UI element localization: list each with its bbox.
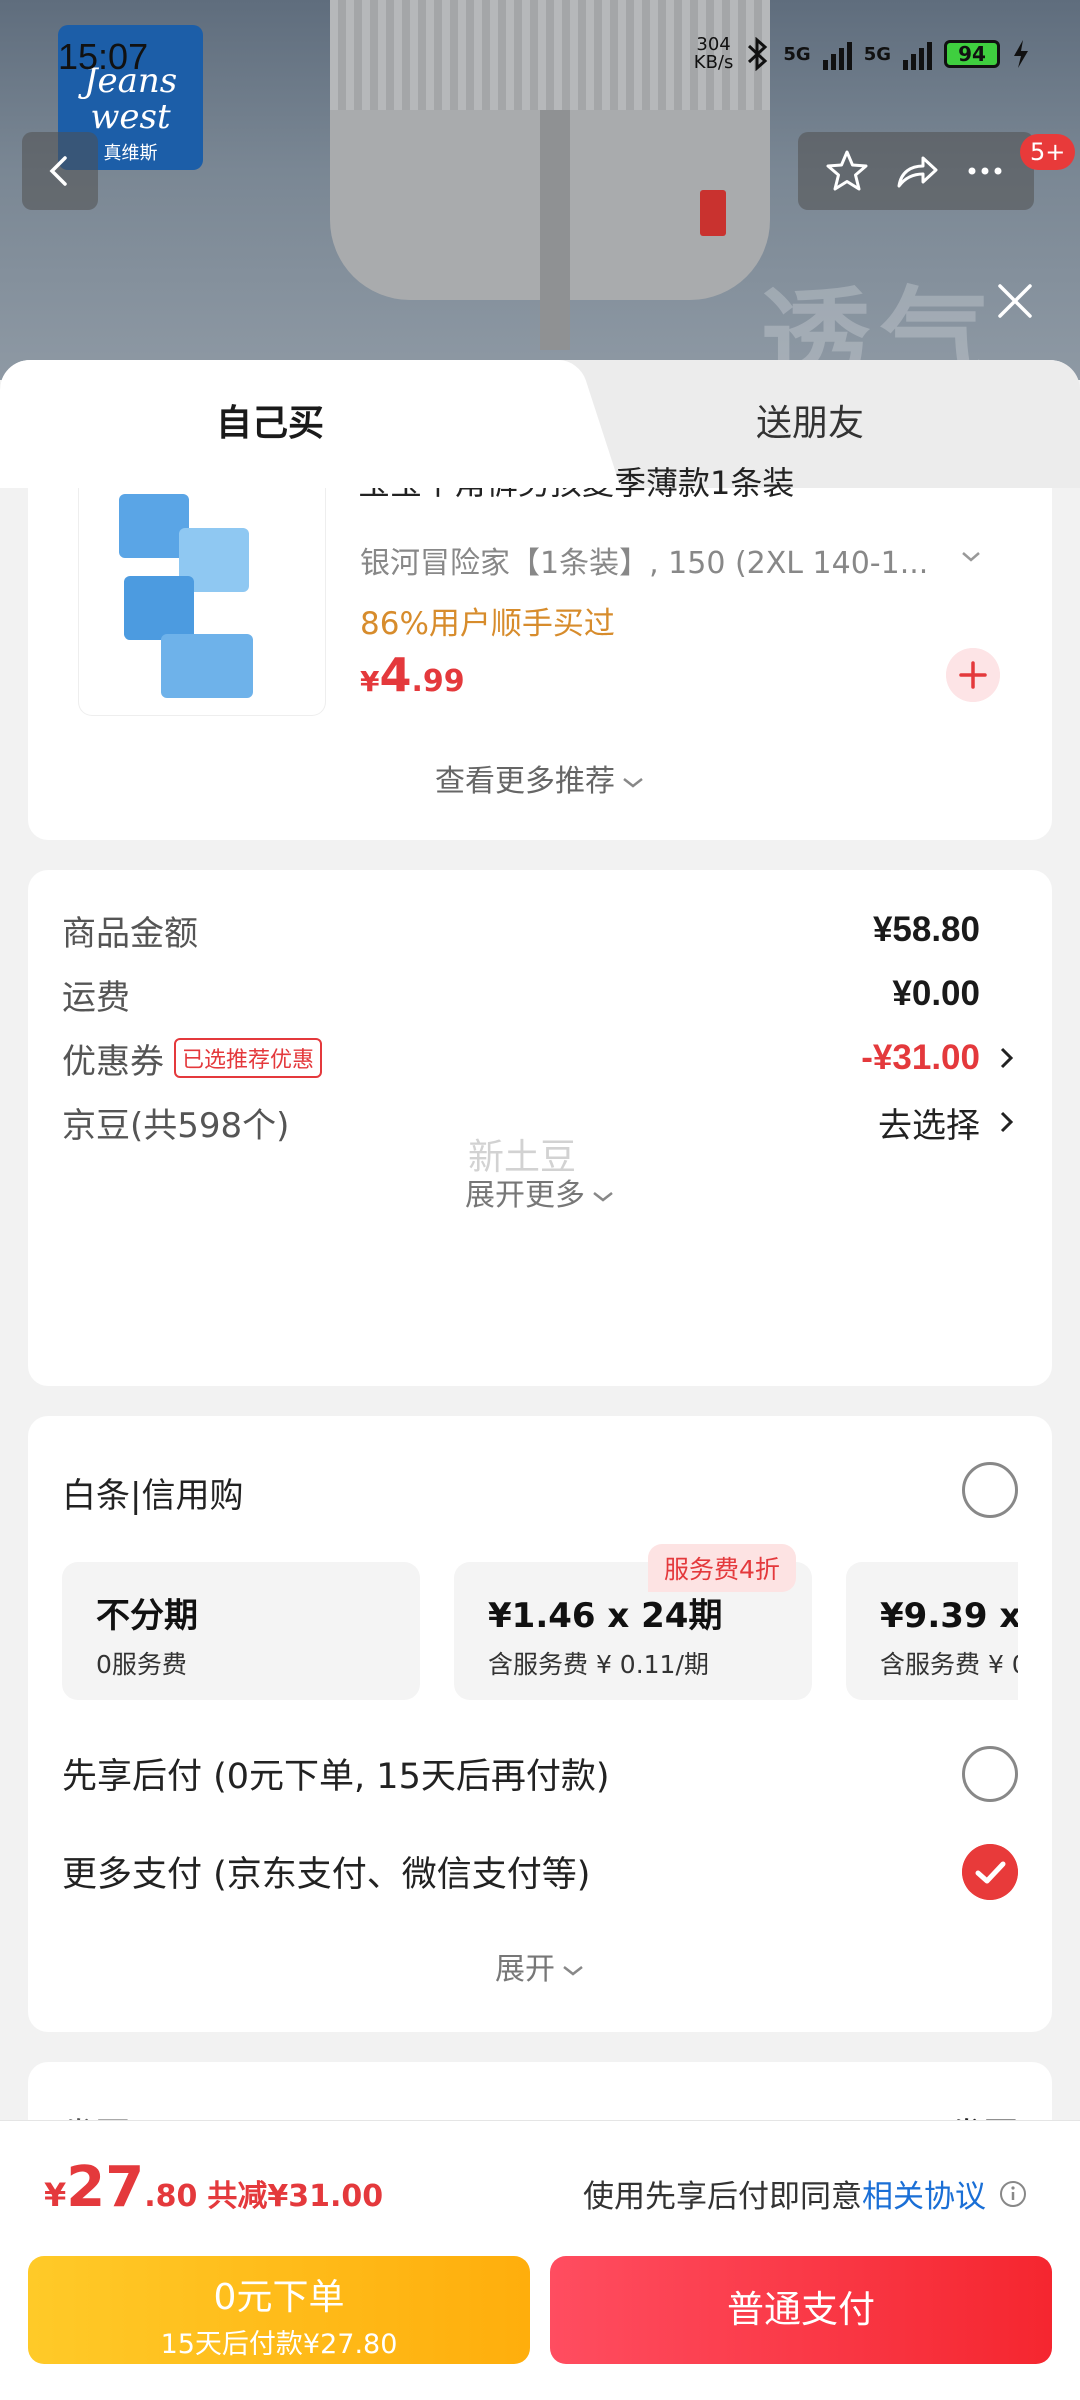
product-thumbnail[interactable] — [78, 488, 326, 716]
price-summary-card: 商品金额 ¥58.80 运费 ¥0.00 优惠券 已选推荐优惠 -¥31.00 京… — [28, 870, 1052, 1386]
plan-option-0[interactable]: 不分期 0服务费 — [62, 1562, 420, 1700]
baitiao-radio[interactable] — [962, 1462, 1018, 1518]
view-more-recommendations[interactable]: 查看更多推荐 — [28, 756, 1052, 800]
expand-more-label: 展开更多 — [465, 1178, 585, 1213]
signal-5g-label: 5G — [783, 43, 811, 65]
share-icon[interactable] — [891, 146, 941, 196]
checkout-bottom-bar: ¥27.80 共减¥31.00 使用先享后付即同意 相关协议 0元下单 15天后付款… — [0, 2120, 1080, 2400]
signal-icon — [822, 38, 852, 70]
battery-icon: 94 — [944, 40, 1000, 68]
zero-down-order-button[interactable]: 0元下单 15天后付款¥27.80 — [28, 2256, 530, 2364]
close-icon[interactable] — [990, 276, 1040, 326]
plan-fee: 含服务费 ¥ 0.5/期 — [880, 1650, 1018, 1679]
more-icon[interactable] — [960, 146, 1010, 196]
chevron-down-icon — [623, 777, 643, 788]
shipping-row: 运费 ¥0.00 — [62, 964, 1018, 1024]
expand-more-button[interactable]: 展开更多 — [28, 1170, 1052, 1214]
service-fee-discount-tag: 服务费4折 — [648, 1544, 796, 1592]
chevron-down-icon — [563, 1965, 583, 1976]
thumb-brief-4 — [161, 634, 253, 698]
agreement-notice: 使用先享后付即同意 相关协议 — [583, 2171, 1028, 2216]
total-savings: 共减¥31.00 — [207, 2179, 384, 2214]
coupon-label: 优惠券 — [62, 1041, 164, 1082]
jd-beans-select: 去选择 — [878, 1105, 980, 1146]
recommended-product-card: 宝宝平角裤男孩夏季薄款1条装 银河冒险家【1条装】, 150 (2XL 140-… — [28, 464, 1052, 840]
star-icon[interactable] — [822, 146, 872, 196]
installment-plans: 不分期 0服务费 ¥1.46 x 24期 含服务费 ¥ 0.11/期 ¥9.39… — [62, 1562, 1018, 1702]
price-integer: 4 — [379, 648, 412, 702]
normal-pay-button[interactable]: 普通支付 — [550, 2256, 1052, 2364]
shipping-value: ¥0.00 — [892, 974, 980, 1013]
shipping-label: 运费 — [62, 977, 130, 1018]
zero-down-subtitle: 15天后付款¥27.80 — [160, 2329, 398, 2360]
pants-seam — [540, 110, 570, 350]
status-time: 15:07 — [58, 36, 149, 77]
coupon-value: -¥31.00 — [861, 1038, 980, 1077]
status-bar: 15:07 304 KB/s 5G 5G 94 — [0, 0, 1080, 120]
payment-method-card: 白条|信用购 不分期 0服务费 ¥1.46 x 24期 含服务费 ¥ 0.11/… — [28, 1416, 1052, 2032]
plan-title: ¥1.46 x 24期 — [488, 1596, 723, 1636]
back-button[interactable] — [22, 132, 98, 210]
info-icon[interactable] — [998, 2179, 1028, 2209]
chevron-down-icon — [593, 1191, 613, 1202]
plan-fee: 0服务费 — [96, 1650, 187, 1679]
check-icon[interactable] — [962, 1844, 1018, 1900]
view-more-label: 查看更多推荐 — [435, 764, 615, 799]
signal-5g-label-2: 5G — [863, 43, 891, 65]
product-price: ¥4.99 — [360, 648, 465, 702]
product-spec-selector[interactable]: 银河冒险家【1条装】, 150 (2XL 140-1... — [360, 538, 960, 582]
total-currency: ¥ — [44, 2176, 67, 2214]
total-integer: 27 — [66, 2155, 145, 2220]
coupon-recommended-tag: 已选推荐优惠 — [174, 1038, 323, 1078]
plan-option-3[interactable]: ¥9.39 x 3期 含服务费 ¥ 0.5/期 — [846, 1562, 1018, 1700]
signal-icon-2 — [903, 38, 932, 70]
bluetooth-icon — [748, 37, 768, 71]
agreement-text: 使用先享后付即同意 — [583, 2179, 862, 2215]
price-currency: ¥ — [360, 665, 380, 698]
charging-icon — [1014, 40, 1028, 68]
defer-pay-radio[interactable] — [962, 1746, 1018, 1802]
goods-amount-row: 商品金额 ¥58.80 — [62, 900, 1018, 960]
product-buy-stat: 86%用户顺手买过 — [360, 606, 615, 642]
top-actions — [798, 132, 1034, 210]
plan-fee: 含服务费 ¥ 0.11/期 — [488, 1650, 709, 1679]
thumb-brief-3 — [124, 576, 194, 640]
order-total: ¥27.80 共减¥31.00 — [44, 2155, 383, 2220]
more-payment-label[interactable]: 更多支付 (京东支付、微信支付等) — [62, 1846, 590, 1897]
plan-title: 不分期 — [96, 1596, 198, 1636]
zero-down-title: 0元下单 — [213, 2277, 345, 2318]
price-decimal: .99 — [411, 664, 465, 699]
add-product-button[interactable] — [946, 648, 1000, 702]
baitiao-credit-label: 白条|信用购 — [62, 1476, 244, 1516]
goods-amount-label: 商品金额 — [62, 913, 198, 954]
defer-pay-label[interactable]: 先享后付 (0元下单, 15天后再付款) — [62, 1748, 610, 1799]
checkout-sheet: 自己买 送朋友 宝宝平角裤男孩夏季薄款1条装 银河冒险家【1条装】, 150 (… — [0, 360, 1080, 2400]
total-decimal: .80 — [144, 2179, 198, 2214]
agreement-link[interactable]: 相关协议 — [862, 2171, 986, 2216]
net-speed-unit: KB/s — [693, 52, 734, 73]
plan-title: ¥9.39 x 3期 — [880, 1596, 1018, 1636]
net-speed: 304 KB/s — [694, 36, 734, 72]
pants-tag — [700, 190, 726, 236]
back-arrow-icon — [49, 156, 67, 186]
expand-payment-button[interactable]: 展开 — [28, 1944, 1052, 1988]
status-icons: 304 KB/s 5G 5G 94 — [694, 36, 1030, 72]
chevron-right-icon — [1000, 1047, 1014, 1069]
tab-buy-for-self[interactable]: 自己买 — [0, 360, 540, 488]
purchase-tabs: 自己买 送朋友 — [0, 360, 1080, 488]
expand-payment-label: 展开 — [495, 1952, 555, 1987]
message-badge: 5+ — [1020, 134, 1076, 170]
coupon-row[interactable]: 优惠券 已选推荐优惠 -¥31.00 — [62, 1028, 1018, 1088]
chevron-down-icon[interactable] — [958, 544, 984, 570]
chevron-right-icon — [1000, 1111, 1014, 1133]
goods-amount-value: ¥58.80 — [872, 910, 980, 949]
